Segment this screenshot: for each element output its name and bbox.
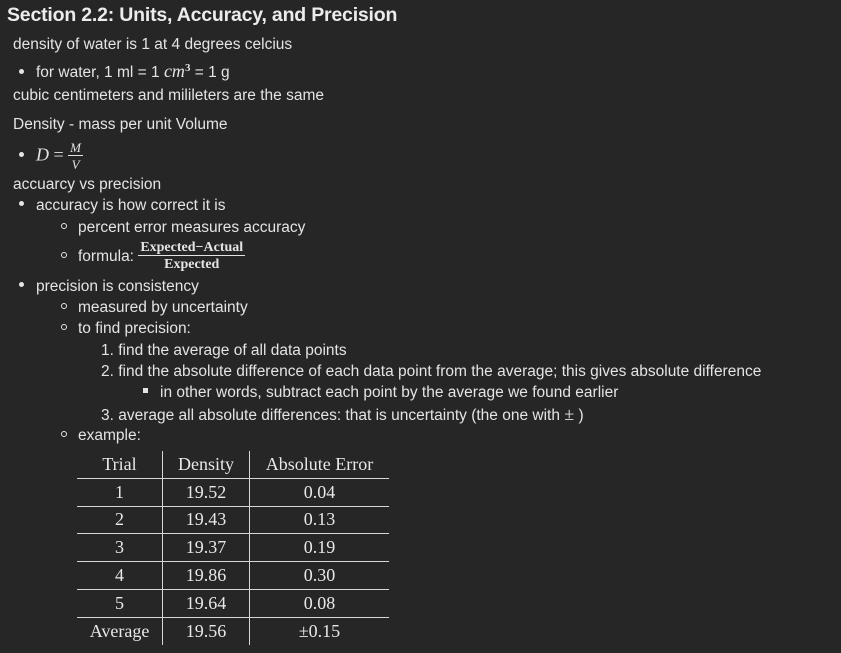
header-density: Density	[162, 451, 250, 479]
step-3-suffix: )	[574, 407, 584, 424]
density-fraction: MV	[68, 140, 83, 173]
bullet-circle	[61, 320, 78, 337]
cell-trial: 4	[77, 561, 163, 590]
table-row: 2 19.43 0.13	[77, 506, 389, 535]
formula-denominator: Expected	[164, 257, 220, 273]
cell-absolute-error: 0.08	[249, 589, 389, 618]
bullet-circle	[61, 219, 78, 236]
formula-bullet: formula: Expected−Actual Expected	[61, 238, 246, 276]
table-row: 5 19.64 0.08	[77, 589, 389, 618]
formula-numerator: Expected−Actual	[138, 240, 246, 257]
water-volume-suffix: = 1 g	[190, 64, 230, 82]
bullet-circle	[61, 248, 78, 265]
acc-vs-prec-text: accuarcy vs precision	[13, 176, 162, 193]
table-row: 3 19.37 0.19	[77, 533, 389, 563]
example-text: example:	[78, 427, 141, 444]
step-2-text: 2. find the absolute difference of each …	[101, 363, 762, 380]
step-2-sub-text: in other words, subtract each point by t…	[160, 384, 619, 401]
cell-absolute-error: 0.13	[249, 506, 389, 535]
header-absolute-error: Absolute Error	[249, 451, 389, 479]
volume-symbol: V	[71, 157, 80, 172]
step-3: 3. average all absolute differences: tha…	[101, 404, 584, 426]
cc-ml-note: cubic centimeters and milileters are the…	[13, 86, 324, 106]
water-volume-bullet: for water, 1 ml = 1 cm3 = 1 g	[19, 58, 230, 83]
header-trial: Trial	[77, 451, 163, 479]
bullet-dot	[19, 64, 36, 81]
accuracy-bullet: accuracy is how correct it is	[19, 196, 226, 216]
measured-by-bullet: measured by uncertainty	[61, 298, 248, 318]
mass-symbol: M	[68, 140, 83, 156]
acc-vs-prec-heading: accuarcy vs precision	[13, 175, 161, 195]
cell-density: 19.64	[162, 589, 250, 618]
bullet-square	[143, 384, 160, 401]
cell-absolute-error: 0.19	[249, 533, 389, 563]
cell-trial: 2	[77, 506, 163, 535]
percent-error-text: percent error measures accuracy	[78, 219, 306, 236]
cell-average-density: 19.56	[162, 617, 250, 645]
formula-label: formula:	[78, 248, 139, 265]
precision-bullet: precision is consistency	[19, 277, 199, 297]
percent-error-bullet: percent error measures accuracy	[61, 218, 305, 238]
bullet-dot	[19, 148, 36, 165]
density-definition: Density - mass per unit Volume	[13, 115, 228, 135]
table-row: 1 19.52 0.04	[77, 478, 389, 507]
water-volume-prefix: for water, 1 ml = 1	[36, 64, 164, 82]
bullet-circle	[61, 427, 78, 444]
water-density-text: density of water is 1 at 4 degrees celci…	[13, 36, 293, 53]
percent-error-fraction: Expected−Actual Expected	[138, 240, 246, 273]
to-find-bullet: to find precision:	[61, 319, 191, 339]
accuracy-def-text: accuracy is how correct it is	[36, 197, 226, 214]
density-symbol: D	[36, 144, 49, 165]
cell-trial: 3	[77, 533, 163, 563]
cell-density: 19.52	[162, 478, 250, 507]
water-density-note: density of water is 1 at 4 degrees celci…	[13, 35, 292, 55]
step-3-prefix: 3. average all absolute differences: tha…	[101, 407, 565, 424]
cc-ml-text: cubic centimeters and milileters are the…	[13, 87, 324, 104]
precision-def-text: precision is consistency	[36, 278, 199, 295]
step-1-text: 1. find the average of all data points	[101, 342, 347, 359]
cell-density: 19.37	[162, 533, 250, 563]
cell-density: 19.43	[162, 506, 250, 535]
cell-density: 19.86	[162, 561, 250, 590]
density-def-text: Density - mass per unit Volume	[13, 116, 228, 133]
cell-trial: 1	[77, 478, 163, 507]
density-formula-bullet: D = MV	[19, 140, 83, 173]
cell-absolute-error: 0.30	[249, 561, 389, 590]
example-bullet: example:	[61, 426, 141, 446]
step-1: 1. find the average of all data points	[101, 341, 347, 361]
bullet-circle	[61, 299, 78, 316]
step-2: 2. find the absolute difference of each …	[101, 362, 761, 382]
bullet-dot	[19, 278, 36, 295]
cm-unit: cm	[163, 61, 185, 82]
measured-by-text: measured by uncertainty	[78, 299, 248, 316]
cell-trial: 5	[77, 589, 163, 618]
step-2-sub-bullet: in other words, subtract each point by t…	[143, 383, 618, 403]
page-title: Section 2.2: Units, Accuracy, and Precis…	[7, 4, 398, 26]
cell-absolute-error: 0.04	[249, 478, 389, 507]
cell-average-label: Average	[89, 620, 150, 641]
cell-average-uncertainty: ±0.15	[249, 617, 389, 645]
equals-sign: =	[49, 144, 69, 165]
to-find-text: to find precision:	[78, 320, 191, 337]
bullet-dot	[19, 197, 36, 214]
table-row: 4 19.86 0.30	[77, 561, 389, 590]
table-row-average: Average 19.56 ±0.15	[77, 617, 389, 645]
precision-example-table: Trial Density Absolute Error 1 19.52 0.0…	[77, 451, 389, 645]
plus-minus-symbol: ±	[564, 404, 575, 424]
table-header-row: Trial Density Absolute Error	[77, 451, 389, 479]
